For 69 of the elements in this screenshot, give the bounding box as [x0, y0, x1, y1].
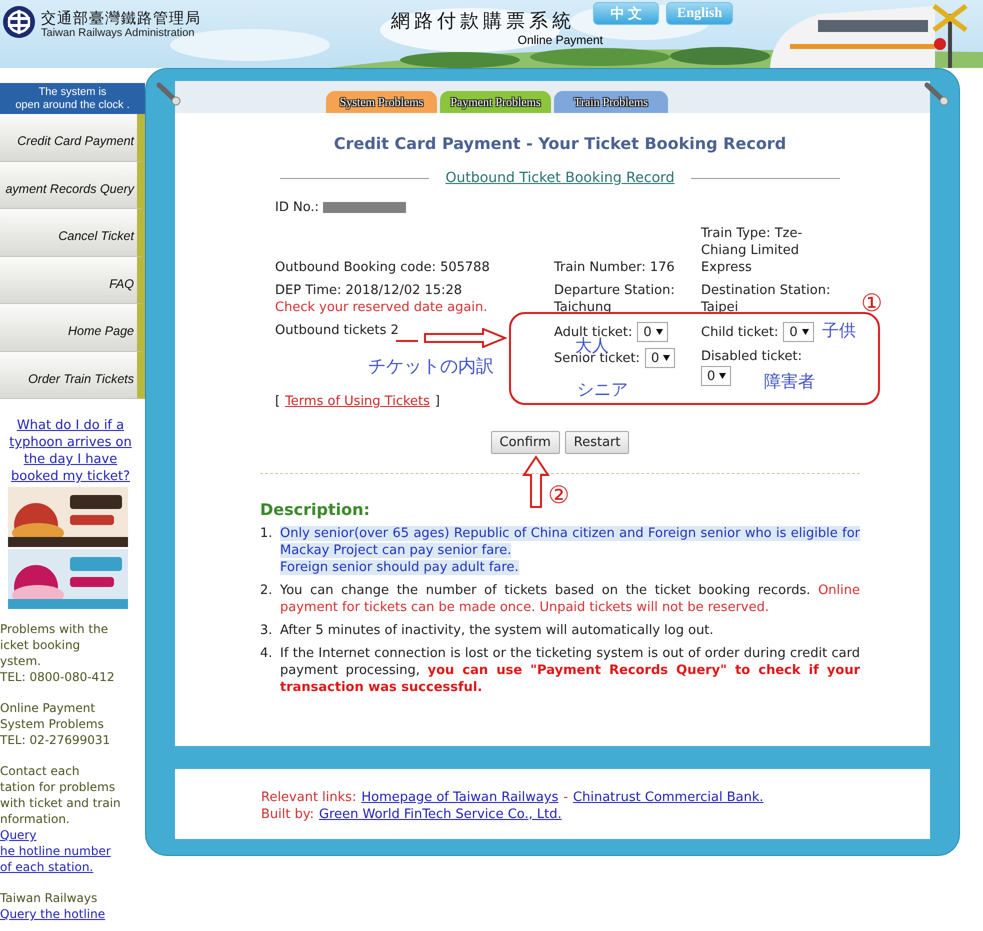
list-number: 1. — [260, 525, 274, 543]
description-item: After 5 minutes of inactivity, the system will automatically log out. — [280, 622, 715, 639]
ticket-count-select[interactable]: 0 — [701, 366, 732, 386]
help-link[interactable]: What do I do if a typhoon arrives on the day I have booked my ticket? — [0, 417, 141, 485]
footer-link[interactable]: Chinatrust Commercial Bank. — [573, 789, 764, 806]
departure-station: Departure Station: Taichung — [554, 282, 676, 316]
link-separator: - — [563, 789, 568, 806]
footer-link[interactable]: Green World FinTech Service Co., Ltd. — [319, 806, 562, 823]
departure-time: DEP Time: 2018/12/02 15:28 — [275, 282, 464, 299]
hotline-link[interactable]: Query he hotline number of each station. — [0, 827, 111, 875]
bracket-text: ] — [434, 394, 440, 409]
caret-icon — [656, 329, 663, 335]
status-notice: The system is open around the clock . — [0, 83, 145, 114]
annotation-note: 子供 — [822, 321, 856, 341]
contact-info: Problems with the icket booking ystem. TEL: 0800-080-412 — [0, 621, 116, 685]
ticket-count-select[interactable]: 0 — [783, 322, 814, 342]
annotation-underline — [396, 340, 418, 342]
list-number: 3. — [260, 622, 274, 639]
caret-icon — [802, 329, 809, 335]
agency-name-english: Taiwan Railways Administration — [41, 27, 196, 40]
step-marker: ① — [861, 290, 883, 316]
system-title: 網路付款購票系統 — [391, 9, 575, 33]
menu-item[interactable]: Order Train Tickets — [0, 352, 145, 399]
ticket-count-select[interactable]: 0 — [644, 348, 676, 368]
ticket-label: Disabled ticket: — [701, 348, 802, 365]
list-number: 4. — [260, 645, 274, 663]
list-number: 2. — [260, 582, 274, 600]
section-link[interactable]: Outbound Ticket Booking Record — [445, 170, 675, 186]
annotation-note: 障害者 — [764, 372, 815, 392]
footer-link[interactable]: Homepage of Taiwan Railways — [361, 789, 558, 806]
ticket-label: Child ticket: — [701, 324, 778, 340]
caret-icon — [719, 373, 726, 379]
menu-item[interactable]: Credit Card Payment — [0, 114, 145, 162]
page-title: Credit Card Payment - Your Ticket Booking Record — [332, 134, 788, 154]
tickets-count: Outbound tickets 2 — [275, 322, 399, 340]
annotation-note: シニア — [577, 380, 628, 400]
contact-info: Online Payment System Problems TEL: 02-27699031 — [0, 700, 112, 748]
description-item: You can change the number of tickets based on the ticket booking records. Online payment for tickets can be made once. Unpaid tickets will not be reserved. — [280, 582, 860, 616]
annotation-arrow — [522, 455, 550, 509]
train-number: Train Number: 176 — [554, 259, 675, 276]
description-item: If the Internet connection is lost or the ticketing system is out of order during credit card payment processing, you can use "Payment Records Query" to check if your transaction was successful. — [280, 645, 860, 696]
logo-icon — [2, 5, 36, 39]
train-type: Train Type: Tze-Chiang Limited Express — [701, 225, 804, 276]
contact-info: Taiwan Railways Query the hotline — [0, 890, 106, 922]
ticket-count-select[interactable]: 0 — [637, 322, 668, 342]
id-label: ID No.: — [275, 200, 319, 215]
destination-station: Destination Station: Taipei — [701, 282, 832, 316]
menu-item[interactable]: ayment Records Query — [0, 162, 145, 209]
contact-info: Contact each tation for problems with ticket and train nformation. Query he hotline number of each station. — [0, 763, 122, 875]
hotline-link[interactable]: Query the hotline — [0, 906, 106, 922]
booking-code: Outbound Booking code: 505788 — [275, 259, 490, 276]
step-marker: ② — [548, 482, 570, 508]
system-subtitle: Online Payment — [518, 33, 603, 47]
menu-item[interactable]: FAQ — [0, 256, 145, 304]
menu-item[interactable]: Cancel Ticket — [0, 209, 145, 256]
description-item: Only senior(over 65 ages) Republic of China citizen and Foreign senior who is eligible for Mackay Project can pay senior fare. Foreign senior should pay adult fare. — [280, 525, 860, 576]
agency-name: 交通部臺灣鐵路管理局 — [41, 9, 201, 27]
description-heading: Description: — [260, 501, 370, 519]
ticket-label: Adult ticket: — [554, 324, 632, 340]
terms-link[interactable]: Terms of Using Tickets — [285, 394, 430, 409]
built-by-label: Built by: — [261, 806, 314, 823]
date-warning: Check your reserved date again. — [275, 299, 488, 316]
annotation-note: チケットの内訳 — [368, 357, 494, 377]
links-label: Relevant links: — [261, 789, 356, 806]
caret-icon — [663, 355, 670, 361]
restart-button[interactable]: Restart — [564, 431, 630, 454]
bracket-text: [ — [275, 394, 280, 409]
confirm-button[interactable]: Confirm — [490, 431, 560, 454]
menu-item[interactable]: Home Page — [0, 304, 145, 352]
